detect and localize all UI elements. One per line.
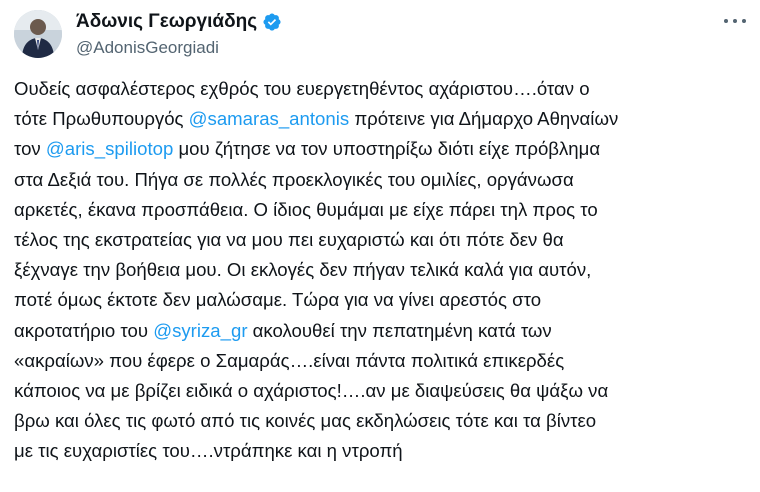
tweet-line: «ακραίων» που έφερε ο Σαμαράς….είναι πάν… [14, 346, 754, 376]
tweet-text-segment: μου ζήτησε να τον υποστηρίξω διότι είχε … [173, 138, 601, 160]
tweet-text: Ουδείς ασφαλέστερος εχθρός του ευεργετηθ… [14, 74, 754, 467]
tweet-line: ξέχναγε την βοήθεια μου. Οι εκλογές δεν … [14, 255, 754, 285]
author-handle[interactable]: @AdonisGeorgiadi [76, 38, 282, 58]
tweet-line: αρκετές, έκανα προσπάθεια. Ο ίδιος θυμάμ… [14, 195, 754, 225]
tweet-line: με τις ευχαριστίες του….ντράπηκε και η ν… [14, 436, 754, 466]
tweet-line: τότε Πρωθυπουργός @samaras_antonis πρότε… [14, 104, 754, 134]
tweet-line: τον @aris_spiliotop μου ζήτησε να τον υπ… [14, 134, 754, 164]
tweet-text-segment: με τις ευχαριστίες του….ντράπηκε και η ν… [14, 440, 403, 462]
tweet-text-segment: στα Δεξιά του. Πήγα σε πολλές προεκλογικ… [14, 168, 574, 190]
tweet-text-segment: πρότεινε για Δήμαρχο Αθηναίων [349, 108, 619, 130]
mention-link[interactable]: @aris_spiliotop [46, 138, 173, 159]
tweet-line: ακροτατήριο του @syriza_gr ακολουθεί την… [14, 316, 754, 346]
tweet-text-segment: ξέχναγε την βοήθεια μου. Οι εκλογές δεν … [14, 259, 592, 281]
tweet-text-segment: ακολουθεί την πεπατημένη κατά των [247, 319, 552, 341]
more-options-icon[interactable] [724, 16, 746, 26]
tweet-text-segment: ακροτατήριο του [14, 319, 154, 341]
tweet-line: Ουδείς ασφαλέστερος εχθρός του ευεργετηθ… [14, 74, 754, 104]
tweet-line: ποτέ όμως έκτοτε δεν μαλώσαμε. Τώρα για … [14, 285, 754, 315]
tweet-line: στα Δεξιά του. Πήγα σε πολλές προεκλογικ… [14, 165, 754, 195]
more-dot [724, 19, 728, 23]
avatar[interactable] [14, 10, 62, 58]
tweet-line: βρω και όλες τις φωτό από τις κοινές μας… [14, 406, 754, 436]
more-dot [742, 19, 746, 23]
verified-badge-icon [263, 13, 281, 31]
more-dot [733, 19, 737, 23]
tweet-text-segment: τον [14, 138, 46, 160]
author-display-name[interactable]: Άδωνις Γεωργιάδης [76, 11, 257, 33]
tweet-text-segment: βρω και όλες τις φωτό από τις κοινές μας… [14, 410, 597, 432]
tweet-line: κάποιος να με βρίζει ειδικά ο αχάριστος!… [14, 376, 754, 406]
profile-photo-icon [14, 10, 62, 58]
tweet-line: τέλος της εκστρατείας για να μου πει ευχ… [14, 225, 754, 255]
mention-link[interactable]: @syriza_gr [153, 320, 247, 341]
tweet-text-segment: τέλος της εκστρατείας για να μου πει ευχ… [14, 229, 564, 251]
tweet-text-segment: τότε Πρωθυπουργός [14, 108, 189, 130]
tweet-text-segment: κάποιος να με βρίζει ειδικά ο αχάριστος!… [14, 380, 609, 402]
tweet-text-segment: «ακραίων» που έφερε ο Σαμαράς….είναι πάν… [14, 349, 565, 371]
tweet-text-segment: Ουδείς ασφαλέστερος εχθρός του ευεργετηθ… [14, 78, 590, 99]
mention-link[interactable]: @samaras_antonis [189, 108, 349, 129]
tweet-header: Άδωνις Γεωργιάδης @AdonisGeorgiadi [14, 8, 760, 64]
tweet-text-segment: αρκετές, έκανα προσπάθεια. Ο ίδιος θυμάμ… [14, 198, 598, 220]
tweet-text-segment: ποτέ όμως έκτοτε δεν μαλώσαμε. Τώρα για … [14, 289, 542, 311]
